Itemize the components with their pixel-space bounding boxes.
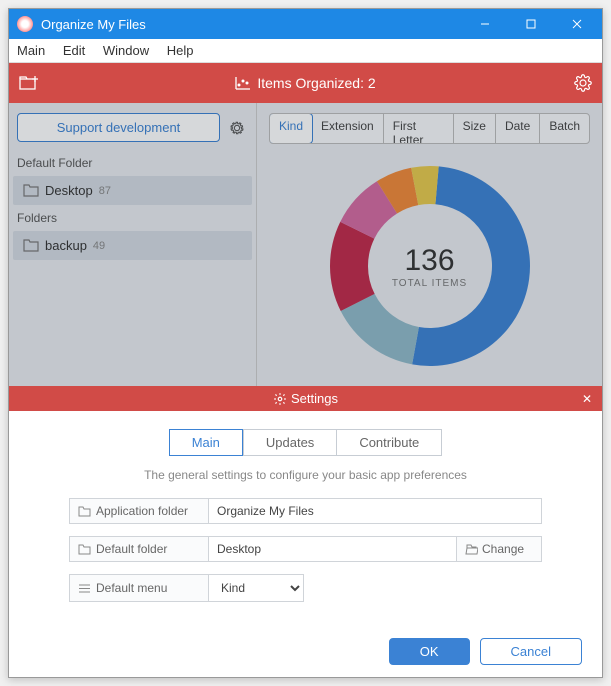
titlebar: Organize My Files <box>9 9 602 39</box>
chart-icon <box>235 76 251 90</box>
menubar: Main Edit Window Help <box>9 39 602 63</box>
settings-close-icon[interactable]: ✕ <box>582 392 592 406</box>
row-default-menu: Default menu Kind <box>69 574 542 602</box>
tab-kind[interactable]: Kind <box>269 113 313 144</box>
label-default-folder: Default folder <box>69 536 209 562</box>
cancel-button[interactable]: Cancel <box>480 638 582 665</box>
value-default-folder[interactable]: Desktop <box>209 536 457 562</box>
tab-first-letter[interactable]: First Letter <box>384 114 454 143</box>
ok-button[interactable]: OK <box>389 638 470 665</box>
change-button[interactable]: Change <box>457 536 542 562</box>
group-label-folders: Folders <box>9 207 256 229</box>
main-area: Support development Default Folder Deskt… <box>9 103 602 386</box>
settings-title: Settings <box>291 391 338 406</box>
gear-icon <box>273 392 287 406</box>
donut-label: TOTAL ITEMS <box>392 278 467 289</box>
support-development-button[interactable]: Support development <box>17 113 220 142</box>
row-application-folder: Application folder Organize My Files <box>69 498 542 524</box>
label-default-menu: Default menu <box>69 574 209 602</box>
row-default-folder: Default folder Desktop Change <box>69 536 542 562</box>
folder-icon <box>78 544 91 555</box>
value-application-folder: Organize My Files <box>209 498 542 524</box>
group-label-default: Default Folder <box>9 152 256 174</box>
settings-panel-header: Settings ✕ <box>9 386 602 411</box>
settings-tab-main[interactable]: Main <box>169 429 243 456</box>
sidebar-gear-icon[interactable] <box>226 117 248 139</box>
tab-batch[interactable]: Batch <box>540 114 589 143</box>
folder-icon <box>23 239 39 252</box>
window-title: Organize My Files <box>41 17 462 32</box>
folder-icon <box>78 506 91 517</box>
folder-count: 49 <box>93 240 105 252</box>
settings-tab-contribute[interactable]: Contribute <box>337 429 442 456</box>
folder-count: 87 <box>99 185 111 197</box>
folder-row-backup[interactable]: backup 49 <box>13 231 252 260</box>
donut-value: 136 <box>404 244 454 278</box>
settings-tab-updates[interactable]: Updates <box>243 429 337 456</box>
settings-gear-icon[interactable] <box>574 74 592 92</box>
settings-description: The general settings to configure your b… <box>69 468 542 482</box>
view-tabs: Kind Extension First Letter Size Date Ba… <box>269 113 590 144</box>
menu-main[interactable]: Main <box>17 43 45 58</box>
sidebar: Support development Default Folder Deskt… <box>9 103 257 386</box>
folder-name: backup <box>45 238 87 253</box>
statusbar: Items Organized: 2 <box>9 63 602 103</box>
content-area: Kind Extension First Letter Size Date Ba… <box>257 103 602 386</box>
label-application-folder: Application folder <box>69 498 209 524</box>
folder-name: Desktop <box>45 183 93 198</box>
menu-edit[interactable]: Edit <box>63 43 85 58</box>
folder-row-desktop[interactable]: Desktop 87 <box>13 176 252 205</box>
list-icon <box>78 583 91 594</box>
minimize-button[interactable] <box>462 9 508 39</box>
add-folder-icon[interactable] <box>19 75 39 91</box>
maximize-button[interactable] <box>508 9 554 39</box>
settings-tabs: Main Updates Contribute <box>69 429 542 456</box>
settings-body: Main Updates Contribute The general sett… <box>9 411 602 641</box>
status-text: Items Organized: 2 <box>257 75 375 91</box>
app-icon <box>17 16 33 32</box>
tab-date[interactable]: Date <box>496 114 540 143</box>
tab-extension[interactable]: Extension <box>312 114 384 143</box>
menu-help[interactable]: Help <box>167 43 194 58</box>
tab-size[interactable]: Size <box>454 114 496 143</box>
folder-icon <box>23 184 39 197</box>
select-default-menu[interactable]: Kind <box>209 574 304 602</box>
folder-open-icon <box>465 544 478 555</box>
app-window: Organize My Files Main Edit Window Help … <box>8 8 603 678</box>
close-button[interactable] <box>554 9 600 39</box>
donut-chart: 136 TOTAL ITEMS <box>320 156 540 376</box>
menu-window[interactable]: Window <box>103 43 149 58</box>
action-buttons: OK Cancel <box>389 638 582 665</box>
